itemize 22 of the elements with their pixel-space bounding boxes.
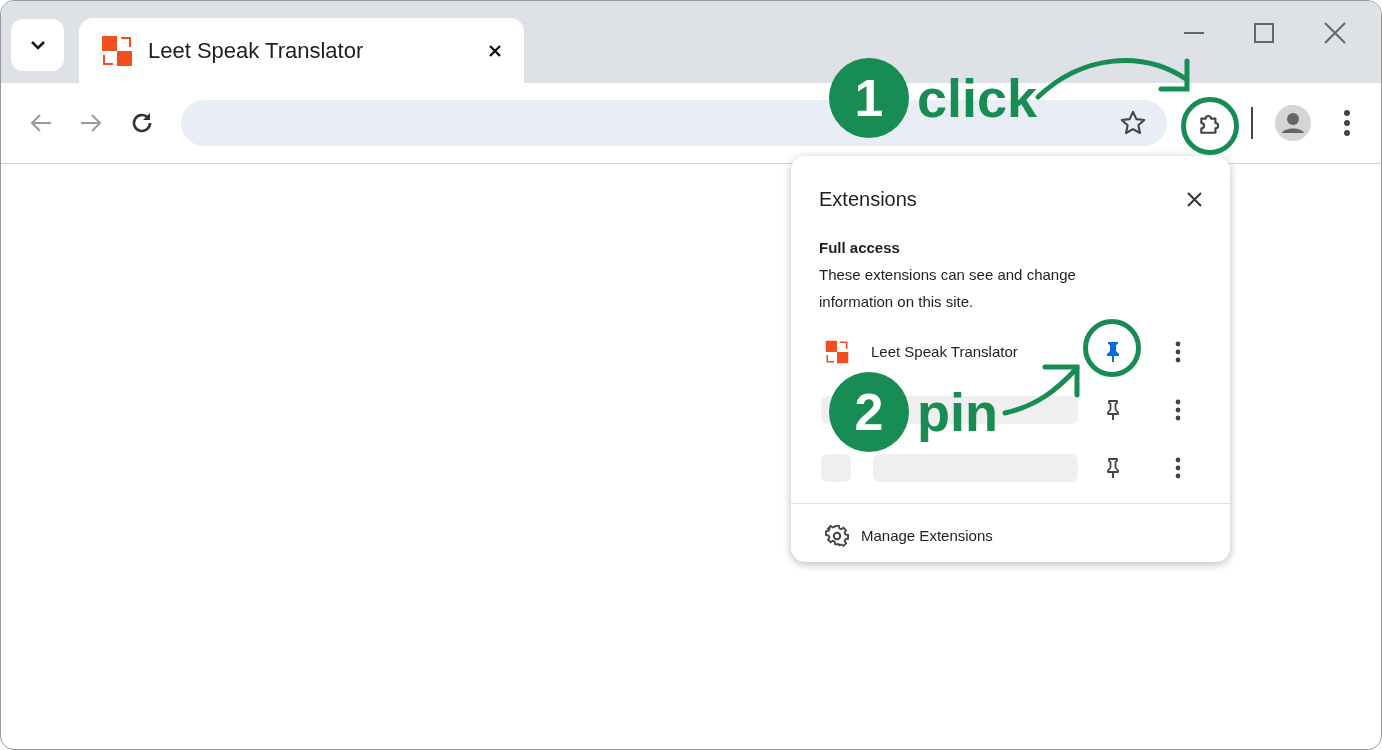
more-options-icon[interactable] bbox=[1175, 399, 1181, 421]
more-options-icon[interactable] bbox=[1175, 457, 1181, 479]
star-icon[interactable] bbox=[1119, 109, 1147, 137]
annotation-label: click bbox=[917, 71, 1038, 125]
popup-title: Extensions bbox=[819, 187, 917, 212]
avatar-icon[interactable] bbox=[1275, 105, 1311, 141]
extension-name: Leet Speak Translator bbox=[871, 341, 1018, 362]
section-description: These extensions can see and change information on this site. bbox=[819, 265, 1077, 312]
translate-logo-icon bbox=[101, 34, 133, 67]
browser-tab[interactable]: Leet Speak Translator bbox=[79, 18, 524, 83]
close-icon[interactable] bbox=[1187, 191, 1202, 207]
manage-extensions-link[interactable]: Manage Extensions bbox=[861, 522, 993, 549]
more-options-icon[interactable] bbox=[1175, 341, 1181, 363]
section-title: Full access bbox=[819, 238, 900, 258]
more-menu-icon[interactable] bbox=[1343, 110, 1351, 136]
highlight-ring bbox=[1083, 319, 1141, 377]
maximize-icon[interactable] bbox=[1253, 21, 1275, 45]
highlight-ring bbox=[1181, 97, 1239, 155]
chevron-down-icon bbox=[29, 40, 46, 50]
close-icon[interactable] bbox=[488, 43, 502, 58]
gear-icon bbox=[825, 523, 849, 548]
extension-logo-icon bbox=[825, 340, 849, 364]
